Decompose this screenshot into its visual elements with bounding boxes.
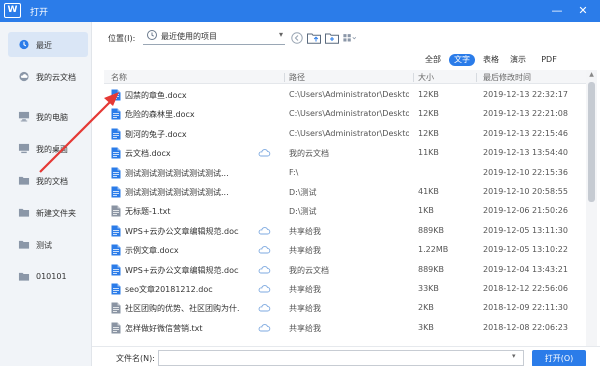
annotation-arrow-icon [39,92,119,173]
chevron-down-icon[interactable]: ▾ [512,352,516,360]
footer: 文件名(N): ▾ 打开(O) [92,346,600,366]
filename-input[interactable] [158,350,524,366]
filename-label: 文件名(N): [116,354,155,363]
open-button[interactable]: 打开(O) [532,350,586,366]
